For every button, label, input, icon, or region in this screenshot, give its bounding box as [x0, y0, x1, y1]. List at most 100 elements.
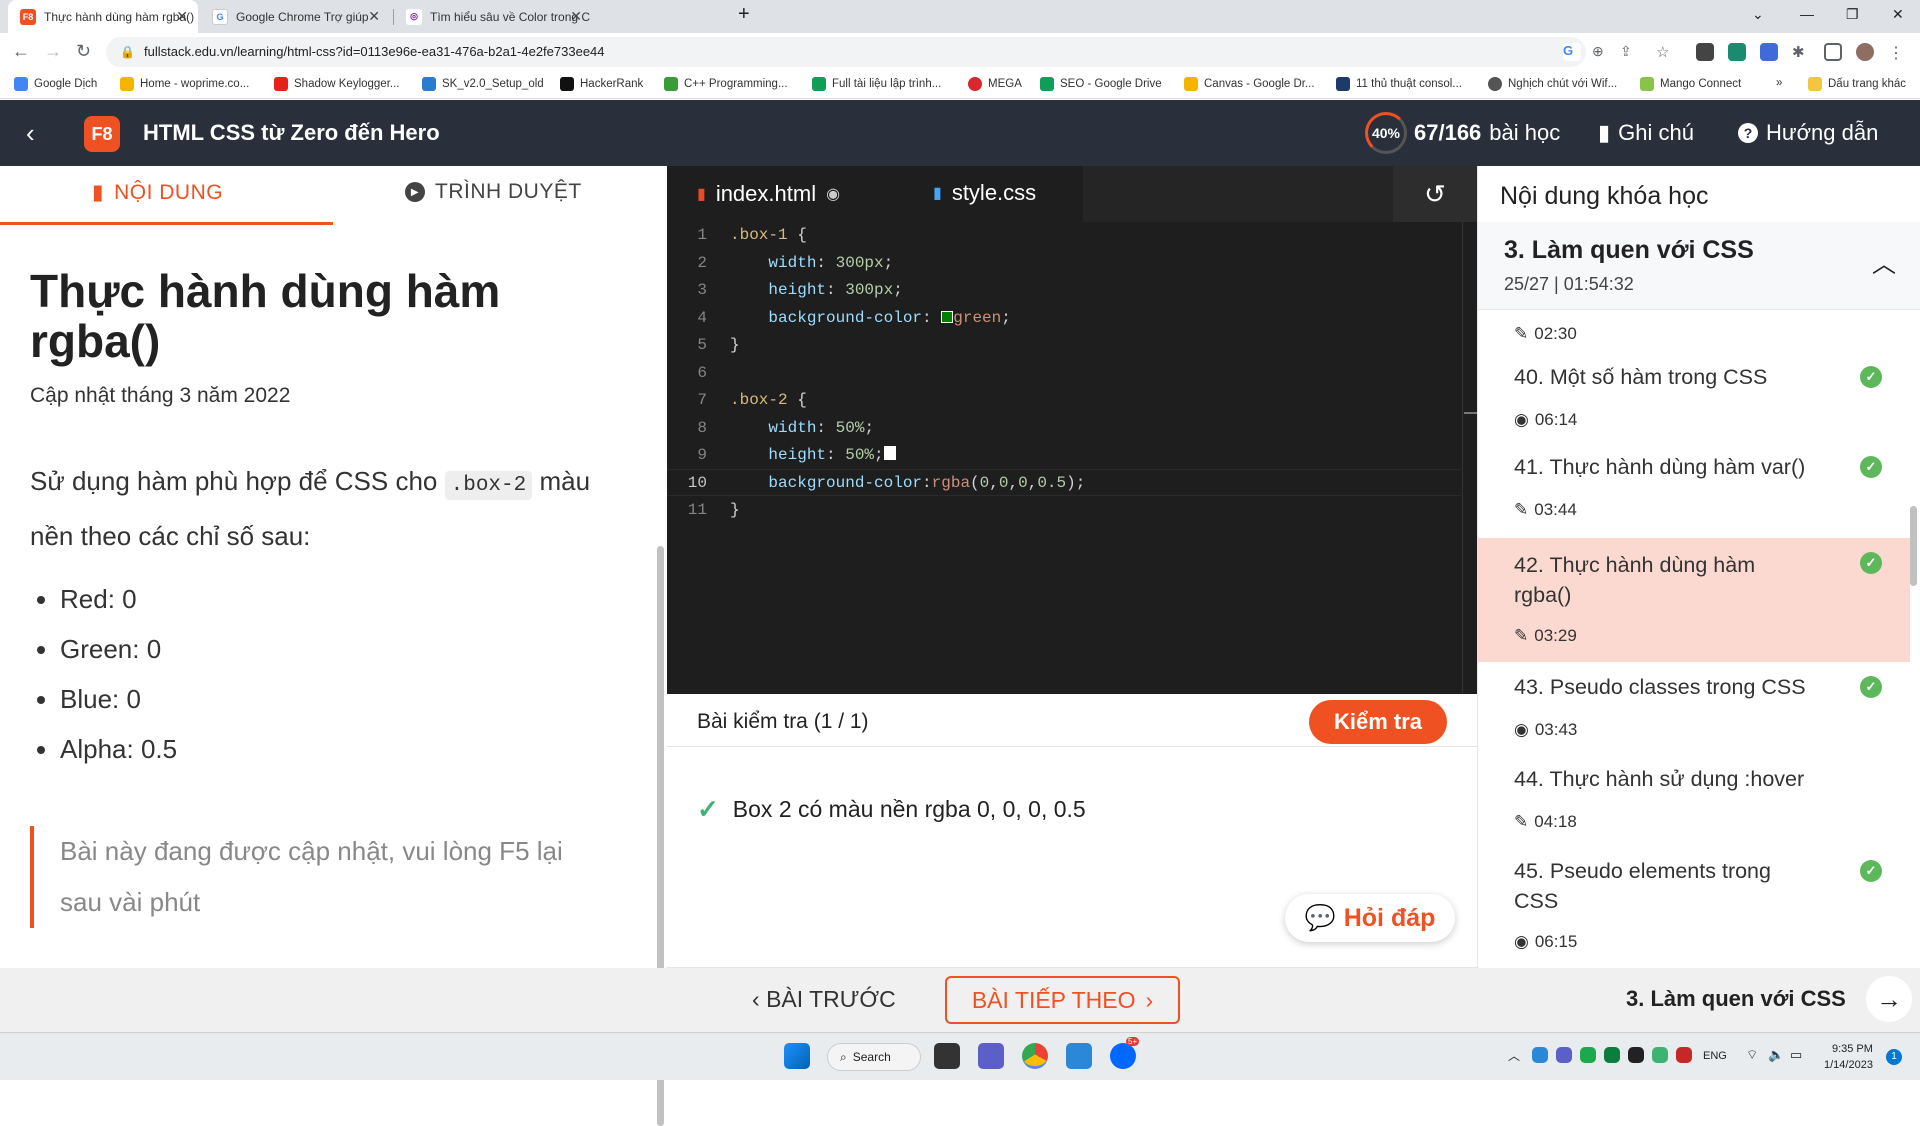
- clock[interactable]: 9:35 PM 1/14/2023: [1824, 1041, 1873, 1073]
- tray-app-icon[interactable]: [1676, 1047, 1692, 1063]
- tray-app-icon[interactable]: [1556, 1047, 1572, 1063]
- bookmark-item[interactable]: C++ Programming...: [664, 77, 788, 91]
- course-title: HTML CSS từ Zero đến Hero: [143, 120, 440, 145]
- tab-search-icon[interactable]: ⌄: [1752, 6, 1764, 23]
- zoom-icon[interactable]: ⊕: [1592, 43, 1610, 61]
- bookmark-item[interactable]: SK_v2.0_Setup_old: [422, 77, 544, 91]
- profile-avatar[interactable]: [1856, 43, 1874, 61]
- bookmark-item[interactable]: Full tài liệu lập trình...: [812, 77, 941, 91]
- bookmark-folder[interactable]: Dấu trang khác: [1808, 77, 1906, 91]
- progress-count: 67/166 bài học: [1414, 120, 1561, 145]
- bookmark-item[interactable]: Shadow Keylogger...: [274, 77, 400, 91]
- bookmark-item[interactable]: HackerRank: [560, 77, 643, 91]
- tab-style-css[interactable]: ▮ style.css: [903, 166, 1083, 222]
- section-header[interactable]: 3. Làm quen với CSS 25/27 | 01:54:32 ︿: [1478, 222, 1920, 310]
- tab-index-html[interactable]: ▮ index.html ◉: [667, 166, 903, 222]
- check-button[interactable]: Kiểm tra: [1309, 700, 1447, 744]
- close-tab-icon[interactable]: ✕: [368, 8, 380, 25]
- bookmark-star-icon[interactable]: ☆: [1656, 43, 1674, 61]
- google-icon[interactable]: G: [1563, 43, 1581, 61]
- new-tab-icon[interactable]: +: [738, 3, 750, 26]
- close-window-icon[interactable]: ✕: [1892, 6, 1904, 23]
- notes-button[interactable]: ▮ Ghi chú: [1598, 120, 1694, 146]
- bookmark-item[interactable]: 11 thủ thuật consol...: [1336, 77, 1462, 91]
- notification-badge: 5+: [1126, 1037, 1140, 1046]
- active-tab-underline: [0, 222, 333, 225]
- tab-browser[interactable]: ▶ TRÌNH DUYỆT: [405, 180, 582, 204]
- forward-icon[interactable]: →: [44, 41, 62, 62]
- tab-title: Thực hành dùng hàm rgba(): [44, 9, 195, 24]
- toggle-sidebar-arrow-icon[interactable]: →: [1866, 976, 1912, 1022]
- windows-start-icon[interactable]: [784, 1043, 810, 1069]
- chrome-icon[interactable]: [1022, 1043, 1048, 1069]
- zalo-icon[interactable]: 5+: [1110, 1037, 1140, 1069]
- bookmark-item[interactable]: Home - woprime.co...: [120, 77, 249, 91]
- scrollbar[interactable]: [1910, 506, 1917, 586]
- volume-icon[interactable]: 🔈: [1768, 1047, 1784, 1063]
- bookmark-item[interactable]: Canvas - Google Dr...: [1184, 77, 1315, 91]
- play-circle-icon: ◉: [1514, 932, 1529, 951]
- tray-chevron-icon[interactable]: ︿: [1508, 1047, 1520, 1064]
- close-tab-icon[interactable]: ✕: [570, 8, 582, 25]
- minimize-icon[interactable]: —: [1800, 6, 1814, 22]
- browser-tab[interactable]: G Google Chrome Trợ giúp ✕: [200, 0, 390, 33]
- bookmark-item[interactable]: Google Dịch: [14, 77, 97, 91]
- puzzle-icon[interactable]: ✱: [1792, 43, 1810, 61]
- section-meta: 25/27 | 01:54:32: [1504, 274, 1634, 294]
- task-description: Sử dụng hàm phù hợp để CSS cho .box-2 mà…: [30, 466, 591, 551]
- tray-app-icon[interactable]: [1628, 1047, 1644, 1063]
- next-lesson-button[interactable]: BÀI TIẾP THEO ›: [945, 976, 1180, 1024]
- f8-logo[interactable]: F8: [84, 116, 120, 152]
- taskbar-search[interactable]: ⌕ Search: [827, 1043, 921, 1071]
- prev-lesson-button[interactable]: ‹ BÀI TRƯỚC: [752, 986, 896, 1013]
- extension-icon[interactable]: [1696, 43, 1714, 61]
- tray-app-icon[interactable]: [1532, 1047, 1548, 1063]
- tray-app-icon[interactable]: [1652, 1047, 1668, 1063]
- lesson-footer: ‹ BÀI TRƯỚC BÀI TIẾP THEO › 3. Làm quen v…: [0, 968, 1920, 1032]
- close-tab-icon[interactable]: ✕: [176, 8, 188, 25]
- guide-button[interactable]: ? Hướng dẫn: [1738, 120, 1878, 146]
- tray-app-icon[interactable]: [1580, 1047, 1596, 1063]
- lesson-item[interactable]: 45. Pseudo elements trong CSS ✓ ◉ 06:15: [1478, 846, 1898, 968]
- task-view-icon[interactable]: [934, 1043, 960, 1069]
- bookmark-item[interactable]: Mango Connect: [1640, 77, 1741, 91]
- editor-scrollbar[interactable]: [1462, 222, 1478, 694]
- maximize-icon[interactable]: ❐: [1846, 6, 1859, 23]
- app-icon[interactable]: [1066, 1043, 1092, 1069]
- browser-tab[interactable]: ◎ Tìm hiểu sâu về Color trong CSS ✕: [394, 0, 592, 33]
- extension-icon[interactable]: [1728, 43, 1746, 61]
- reset-code-icon[interactable]: ↺: [1393, 166, 1477, 222]
- back-icon[interactable]: ←: [12, 41, 30, 62]
- battery-icon[interactable]: ▭: [1790, 1047, 1802, 1063]
- wifi-icon[interactable]: ⌔: [1746, 1047, 1758, 1063]
- lesson-item[interactable]: 40. Một số hàm trong CSS ✓ ◉ 06:14: [1478, 352, 1898, 442]
- bookmark-item[interactable]: MEGA: [968, 77, 1022, 91]
- qa-button[interactable]: 💬 Hỏi đáp: [1285, 894, 1455, 942]
- play-circle-icon: ◉: [1514, 720, 1529, 739]
- notification-count[interactable]: 1: [1886, 1049, 1902, 1065]
- input-language[interactable]: ENG: [1703, 1050, 1727, 1062]
- reload-icon[interactable]: ↻: [76, 41, 91, 62]
- lesson-item[interactable]: 41. Thực hành dùng hàm var() ✓ ✎ 03:44: [1478, 442, 1898, 534]
- lesson-item[interactable]: 43. Pseudo classes trong CSS ✓ ◉ 03:43: [1478, 662, 1898, 754]
- bookmarks-more-icon[interactable]: »: [1776, 77, 1782, 89]
- share-icon[interactable]: ⇪: [1620, 43, 1638, 61]
- app-header: ‹ F8 HTML CSS từ Zero đến Hero 40% 67/16…: [0, 100, 1920, 166]
- eye-icon: ◉: [826, 186, 841, 203]
- menu-kebab-icon[interactable]: ⋮: [1888, 43, 1906, 62]
- tab-content[interactable]: ▮ NỘI DUNG: [92, 180, 223, 205]
- lesson-item[interactable]: ✎ 02:30: [1478, 316, 1898, 352]
- sidepanel-icon[interactable]: [1824, 43, 1842, 61]
- lesson-item-active[interactable]: 42. Thực hành dùng hàm rgba() ✓ ✎ 03:29: [1478, 538, 1910, 662]
- lesson-item[interactable]: 44. Thực hành sử dụng :hover ✎ 04:18: [1478, 754, 1898, 846]
- teams-icon[interactable]: [978, 1043, 1004, 1069]
- bookmark-item[interactable]: SEO - Google Drive: [1040, 77, 1162, 91]
- chevron-right-icon: ›: [1145, 986, 1154, 1013]
- url-input[interactable]: 🔒 fullstack.edu.vn/learning/html-css?id=…: [106, 37, 1586, 67]
- bookmark-item[interactable]: Nghịch chút với Wif...: [1488, 77, 1617, 91]
- chevron-up-icon[interactable]: ︿: [1872, 244, 1896, 279]
- extension-icon[interactable]: [1760, 43, 1778, 61]
- back-chevron-icon[interactable]: ‹: [26, 118, 35, 149]
- browser-tab-active[interactable]: F8 Thực hành dùng hàm rgba() ✕: [8, 0, 198, 33]
- tray-app-icon[interactable]: [1604, 1047, 1620, 1063]
